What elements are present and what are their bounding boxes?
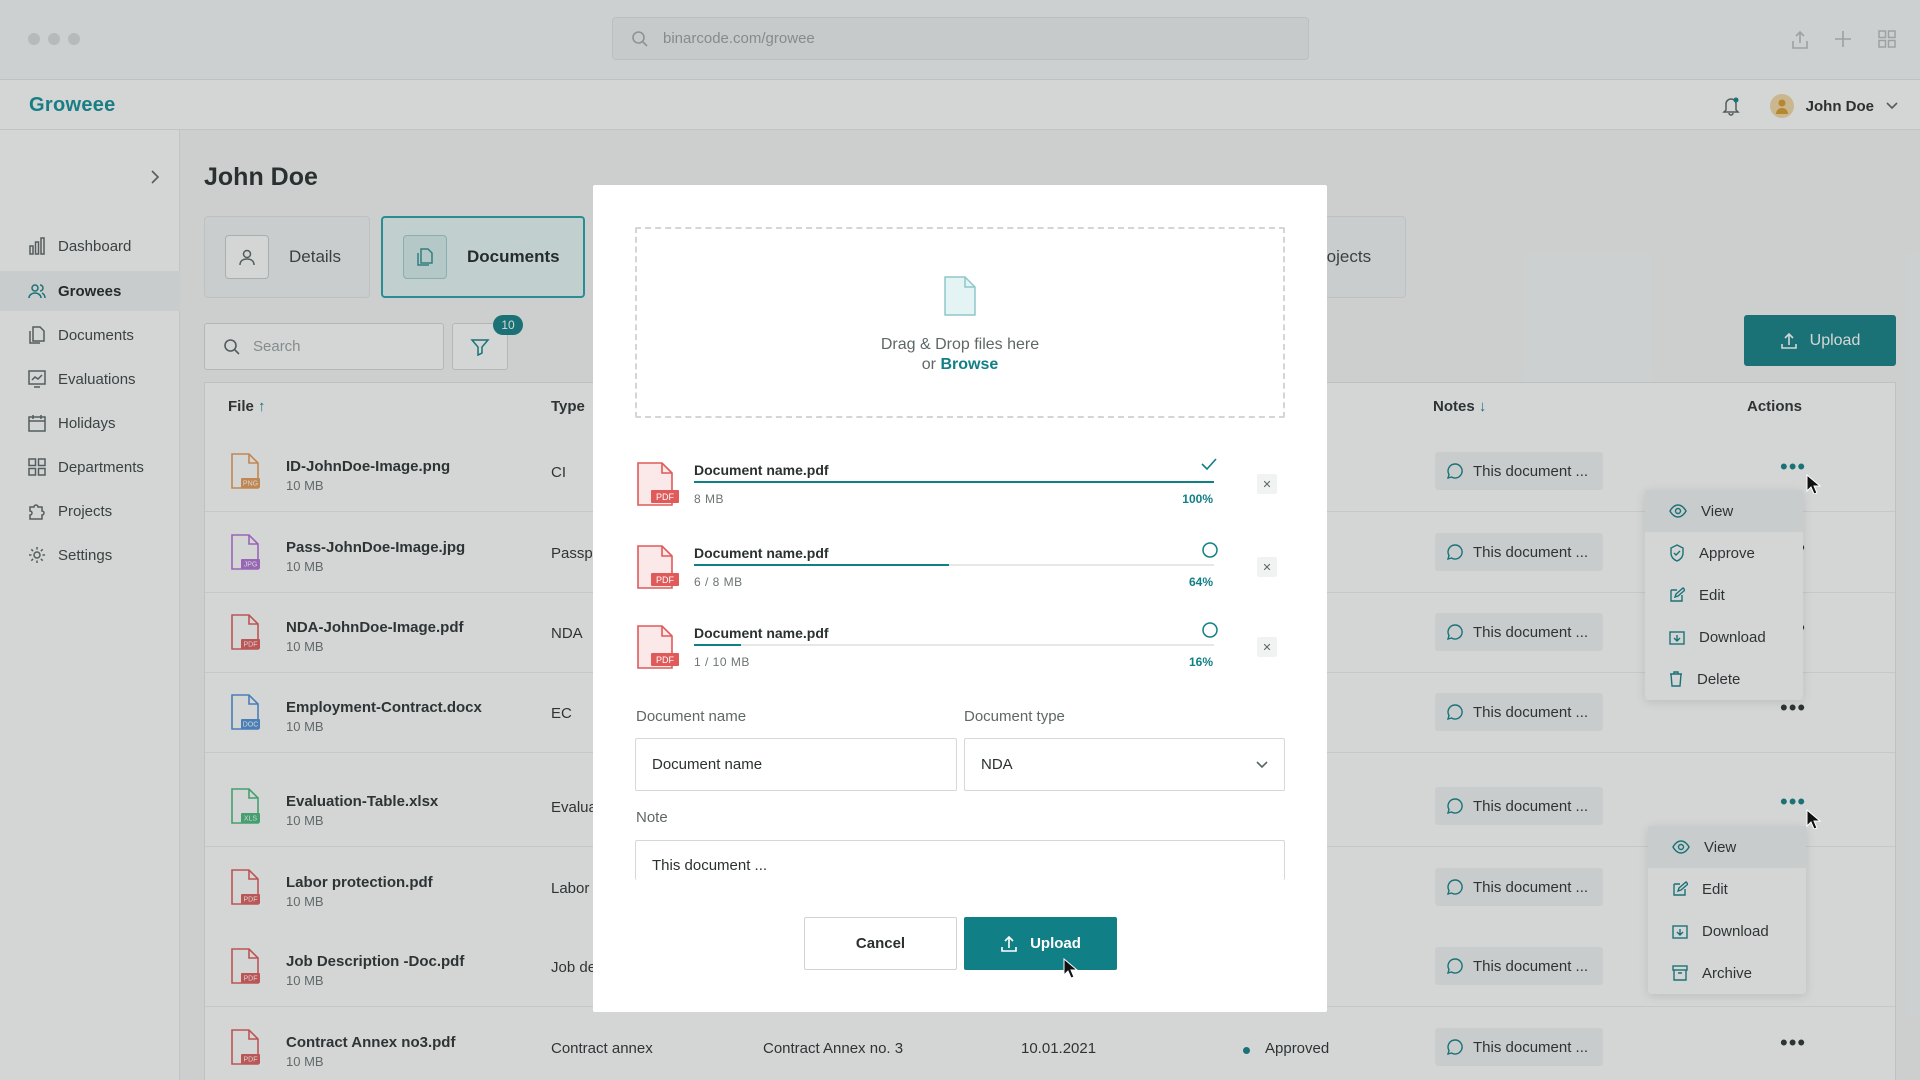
upload-file-row: PDF Document name.pdf 6 / 8 MB 64% ✕ — [635, 537, 1285, 609]
cursor-icon — [1806, 809, 1822, 829]
upload-progress-track — [694, 644, 1214, 646]
upload-progress-track — [694, 481, 1214, 483]
pdf-file-icon: PDF — [635, 623, 681, 671]
cursor-icon — [1063, 958, 1079, 978]
file-dropzone[interactable]: Drag & Drop files here or Browse — [635, 227, 1285, 418]
upload-file-row: PDF Document name.pdf 1 / 10 MB 16% ✕ — [635, 617, 1285, 689]
document-name-field[interactable]: Document name — [635, 738, 957, 791]
cancel-button[interactable]: Cancel — [804, 917, 957, 970]
spinner-icon — [1201, 621, 1219, 639]
remove-file-button[interactable]: ✕ — [1257, 557, 1277, 577]
upload-file-name: Document name.pdf — [694, 462, 829, 478]
spinner-icon — [1201, 541, 1219, 559]
remove-file-button[interactable]: ✕ — [1257, 637, 1277, 657]
svg-text:PDF: PDF — [656, 575, 675, 585]
note-textarea[interactable]: This document ... — [635, 840, 1285, 880]
browse-link[interactable]: Browse — [940, 356, 998, 373]
upload-file-name: Document name.pdf — [694, 545, 829, 561]
upload-percent: 100% — [1182, 492, 1213, 506]
upload-file-size: 1 / 10 MB — [694, 655, 750, 669]
svg-text:PDF: PDF — [656, 492, 675, 502]
pdf-file-icon: PDF — [635, 460, 681, 508]
upload-progress-bar — [694, 644, 741, 646]
upload-percent: 64% — [1188, 575, 1213, 589]
upload-progress-bar — [694, 564, 949, 566]
check-icon — [1201, 458, 1217, 470]
document-type-label: Document type — [964, 708, 1065, 725]
upload-modal: Drag & Drop files here or Browse PDF Doc… — [593, 185, 1327, 1012]
dropzone-text: Drag & Drop files here or Browse — [880, 336, 1040, 373]
upload-file-row: PDF Document name.pdf 8 MB 100% ✕ — [635, 454, 1285, 526]
upload-file-size: 8 MB — [694, 492, 725, 506]
upload-submit-button[interactable]: Upload — [964, 917, 1117, 970]
upload-percent: 16% — [1188, 655, 1213, 669]
remove-file-button[interactable]: ✕ — [1257, 474, 1277, 494]
pdf-file-icon: PDF — [635, 543, 681, 591]
upload-file-name: Document name.pdf — [694, 625, 829, 641]
cursor-icon — [1806, 474, 1822, 494]
upload-icon — [1000, 935, 1018, 953]
upload-progress-track — [694, 564, 1214, 566]
note-label: Note — [636, 809, 668, 826]
upload-file-size: 6 / 8 MB — [694, 575, 743, 589]
file-icon — [943, 275, 977, 317]
document-type-select[interactable]: NDA — [964, 738, 1285, 791]
document-name-label: Document name — [636, 708, 747, 725]
chevron-down-icon — [1256, 760, 1268, 769]
svg-text:PDF: PDF — [656, 655, 675, 665]
upload-progress-bar — [694, 481, 1214, 483]
